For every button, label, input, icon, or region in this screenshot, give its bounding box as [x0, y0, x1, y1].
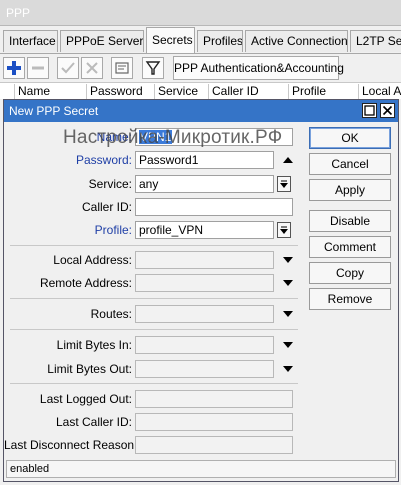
profile-dropdown-button[interactable] [277, 222, 291, 238]
column-local-address[interactable]: Local Ad [358, 84, 401, 99]
last-caller-id-label: Last Caller ID: [55, 415, 132, 429]
note-icon [115, 62, 129, 74]
expand-down-icon[interactable] [282, 339, 294, 351]
copy-button[interactable]: Copy [309, 262, 391, 284]
ok-button[interactable]: OK [309, 127, 391, 149]
column-name[interactable]: Name [14, 84, 86, 99]
remote-address-field[interactable] [135, 274, 274, 292]
tab-interface[interactable]: Interface [3, 30, 58, 52]
expand-down-icon[interactable] [282, 277, 294, 289]
remote-address-label: Remote Address: [39, 276, 132, 290]
remove-button[interactable] [27, 57, 49, 79]
routes-field[interactable] [135, 305, 274, 323]
limit-bytes-out-label: Limit Bytes Out: [47, 362, 132, 376]
minus-icon [32, 66, 44, 70]
separator [10, 298, 298, 299]
filter-icon [145, 61, 161, 75]
maximize-button[interactable] [362, 103, 377, 118]
column-selector[interactable] [0, 84, 14, 99]
dialog-title: New PPP Secret [9, 104, 99, 118]
local-address-label: Local Address: [53, 253, 132, 267]
tab-strip: Interface PPPoE Servers Secrets Profiles… [0, 27, 401, 53]
tab-l2tp-secrets[interactable]: L2TP Se [350, 30, 401, 52]
toolbar: PPP Authentication&Accounting [0, 53, 401, 82]
tab-profiles[interactable]: Profiles [197, 30, 243, 52]
cross-icon [86, 62, 98, 74]
caller-id-label: Caller ID: [81, 200, 132, 214]
disable-button[interactable]: Disable [309, 210, 391, 232]
limit-bytes-out-field[interactable] [135, 360, 274, 378]
last-disconnect-reason-field [135, 436, 293, 454]
chevron-down-icon [280, 226, 288, 234]
password-field[interactable]: Password1 [135, 151, 274, 169]
ppp-auth-accounting-button[interactable]: PPP Authentication&Accounting [173, 56, 344, 80]
enable-button[interactable] [57, 57, 79, 79]
close-button[interactable] [380, 103, 395, 118]
limit-bytes-in-field[interactable] [135, 336, 274, 354]
last-logged-out-label: Last Logged Out: [39, 392, 132, 406]
tab-pppoe-servers[interactable]: PPPoE Servers [60, 30, 144, 52]
status-bar: enabled [6, 460, 396, 478]
close-icon [382, 105, 393, 116]
plus-icon [7, 61, 21, 75]
comment-button[interactable] [111, 57, 133, 79]
expand-down-icon[interactable] [282, 363, 294, 375]
chevron-down-icon [280, 180, 288, 188]
cancel-button[interactable]: Cancel [309, 153, 391, 175]
column-password[interactable]: Password [86, 84, 154, 99]
service-label: Service: [88, 177, 132, 191]
collapse-up-icon[interactable] [282, 154, 294, 166]
new-ppp-secret-dialog: New PPP Secret Name: VPN1 Password: Pass… [3, 99, 399, 482]
local-address-field[interactable] [135, 251, 274, 269]
separator [10, 245, 298, 246]
watermark-text: Настройка-Микротик.РФ [63, 127, 283, 148]
expand-down-icon[interactable] [282, 308, 294, 320]
filter-button[interactable] [142, 57, 164, 79]
profile-select[interactable]: profile_VPN [135, 221, 274, 239]
column-profile[interactable]: Profile [288, 84, 358, 99]
expand-down-icon[interactable] [282, 254, 294, 266]
comment-button[interactable]: Comment [309, 236, 391, 258]
separator [10, 383, 298, 384]
column-caller-id[interactable]: Caller ID [208, 84, 288, 99]
window-title: PPP [6, 6, 31, 20]
dialog-title-bar[interactable]: New PPP Secret [4, 100, 398, 122]
secrets-table-header: Name Password Service Caller ID Profile … [0, 82, 401, 99]
add-button[interactable] [3, 57, 25, 79]
last-logged-out-field [135, 390, 293, 408]
disable-button[interactable] [81, 57, 103, 79]
column-service[interactable]: Service [154, 84, 208, 99]
routes-label: Routes: [90, 307, 132, 321]
last-caller-id-field [135, 413, 293, 431]
limit-bytes-in-label: Limit Bytes In: [56, 338, 132, 352]
password-label: Password: [75, 153, 132, 167]
profile-label: Profile: [94, 223, 132, 237]
maximize-icon [364, 105, 375, 116]
apply-button[interactable]: Apply [309, 179, 391, 201]
service-select[interactable]: any [135, 175, 274, 193]
tab-active-connections[interactable]: Active Connections [245, 30, 348, 52]
check-icon [61, 62, 75, 74]
caller-id-field[interactable] [135, 198, 293, 216]
tab-secrets[interactable]: Secrets [146, 27, 195, 53]
remove-button[interactable]: Remove [309, 288, 391, 310]
separator [10, 329, 298, 330]
last-disconnect-reason-label: Last Disconnect Reason: [4, 438, 138, 452]
window-title-bar: PPP [0, 0, 401, 26]
service-dropdown-button[interactable] [277, 176, 291, 192]
